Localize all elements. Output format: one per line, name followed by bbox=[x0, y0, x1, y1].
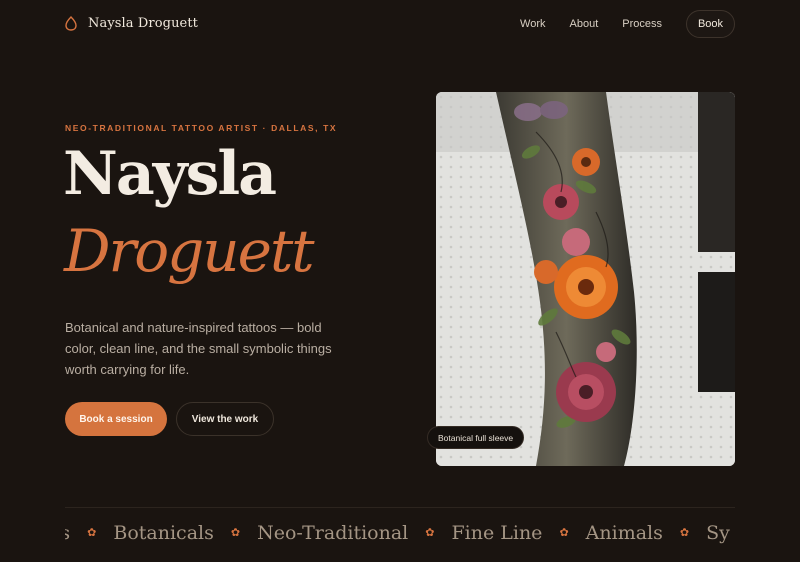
hero-last-name: Droguett bbox=[64, 217, 315, 285]
style-marquee: als ✿ Botanicals ✿ Neo-Traditional ✿ Fin… bbox=[65, 512, 735, 556]
main-nav: Work About Process Book bbox=[520, 10, 735, 38]
brand[interactable]: Naysla Droguett bbox=[65, 14, 198, 32]
hero-description: Botanical and nature-inspired tattoos — … bbox=[65, 320, 332, 377]
nav-link-work[interactable]: Work bbox=[520, 18, 545, 30]
asterisk-star-icon: ✿ bbox=[425, 526, 435, 539]
brand-name: Naysla Droguett bbox=[88, 15, 198, 31]
marquee-item: als bbox=[65, 522, 71, 544]
marquee-item: Botanicals bbox=[113, 522, 214, 544]
section-divider bbox=[65, 507, 735, 508]
book-nav-button[interactable]: Book bbox=[686, 10, 735, 38]
asterisk-star-icon: ✿ bbox=[230, 526, 241, 539]
photo-caption: Botanical full sleeve bbox=[427, 426, 525, 449]
marquee-track: als ✿ Botanicals ✿ Neo-Traditional ✿ Fin… bbox=[65, 522, 730, 544]
flame-outline-icon bbox=[65, 14, 79, 32]
marquee-item: Animals bbox=[585, 522, 663, 544]
view-work-button[interactable]: View the work bbox=[176, 402, 274, 436]
book-session-button[interactable]: Book a session bbox=[65, 402, 167, 436]
marquee-item: Neo-Traditional bbox=[257, 522, 409, 544]
nav-link-about[interactable]: About bbox=[570, 18, 599, 30]
hero-photo bbox=[436, 92, 735, 466]
asterisk-star-icon: ✿ bbox=[679, 526, 690, 539]
asterisk-star-icon: ✿ bbox=[87, 526, 97, 539]
hero-kicker: NEO-TRADITIONAL TATTOO ARTIST · DALLAS, … bbox=[65, 123, 338, 133]
marquee-item: Sy bbox=[706, 522, 730, 544]
marquee-item: Fine Line bbox=[451, 522, 543, 544]
nav-link-process[interactable]: Process bbox=[622, 18, 662, 30]
hero-first-name: Naysla bbox=[63, 139, 277, 209]
asterisk-star-icon: ✿ bbox=[559, 526, 569, 539]
